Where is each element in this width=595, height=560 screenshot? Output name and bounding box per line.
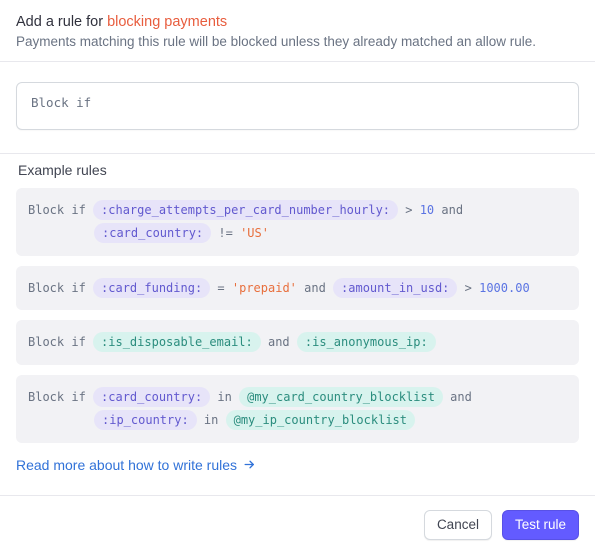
attribute-pill: :card_country: [94,223,211,243]
keyword: != [211,226,240,240]
attribute-pill: :is_anonymous_ip: [297,332,436,352]
attribute-pill: :ip_country: [94,410,197,430]
link-text: Read more about how to write rules [16,457,237,473]
dialog-footer: Cancel Test rule [0,495,595,558]
attribute-pill: :is_disposable_email: [93,332,261,352]
example-rule[interactable]: Block if :charge_attempts_per_card_numbe… [16,188,579,256]
dialog-title: Add a rule for blocking payments [16,14,579,30]
title-prefix: Add a rule for [16,14,107,30]
test-rule-button[interactable]: Test rule [502,510,579,540]
number-literal: 10 [420,203,434,217]
example-rule[interactable]: Block if :is_disposable_email: and :is_a… [16,320,579,365]
read-more-link[interactable]: Read more about how to write rules [16,457,256,473]
example-rule[interactable]: Block if :card_country: in @my_card_coun… [16,375,579,443]
attribute-pill: :charge_attempts_per_card_number_hourly: [93,200,398,220]
keyword: in [210,390,239,404]
title-accent: blocking payments [107,14,227,30]
keyword: > [398,203,420,217]
attribute-pill: :amount_in_usd: [333,278,457,298]
examples-section: Example rules Block if :charge_attempts_… [0,154,595,495]
examples-title: Example rules [18,162,579,178]
attribute-pill: :card_funding: [93,278,210,298]
keyword: and [297,281,333,295]
dialog-header: Add a rule for blocking payments Payment… [0,0,595,61]
keyword: = [210,281,232,295]
keyword: and [434,203,463,217]
rule-prefix: Block if [28,335,93,349]
rule-input[interactable]: Block if [16,82,579,130]
example-rule[interactable]: Block if :card_funding: = 'prepaid' and … [16,266,579,311]
rule-input-area: Block if [0,62,595,153]
attribute-pill: :card_country: [93,387,210,407]
number-literal: 1000.00 [479,281,530,295]
string-literal: 'US' [240,226,269,240]
rule-prefix: Block if [28,390,93,404]
keyword: and [261,335,297,349]
arrow-right-icon [243,458,256,471]
list-pill: @my_ip_country_blocklist [226,410,415,430]
dialog-subtitle: Payments matching this rule will be bloc… [16,34,579,49]
cancel-button[interactable]: Cancel [424,510,492,540]
rule-prefix: Block if [28,203,93,217]
keyword: and [443,390,472,404]
rule-prefix: Block if [28,281,93,295]
string-literal: 'prepaid' [232,281,297,295]
keyword: in [197,413,226,427]
list-pill: @my_card_country_blocklist [239,387,443,407]
keyword: > [457,281,479,295]
